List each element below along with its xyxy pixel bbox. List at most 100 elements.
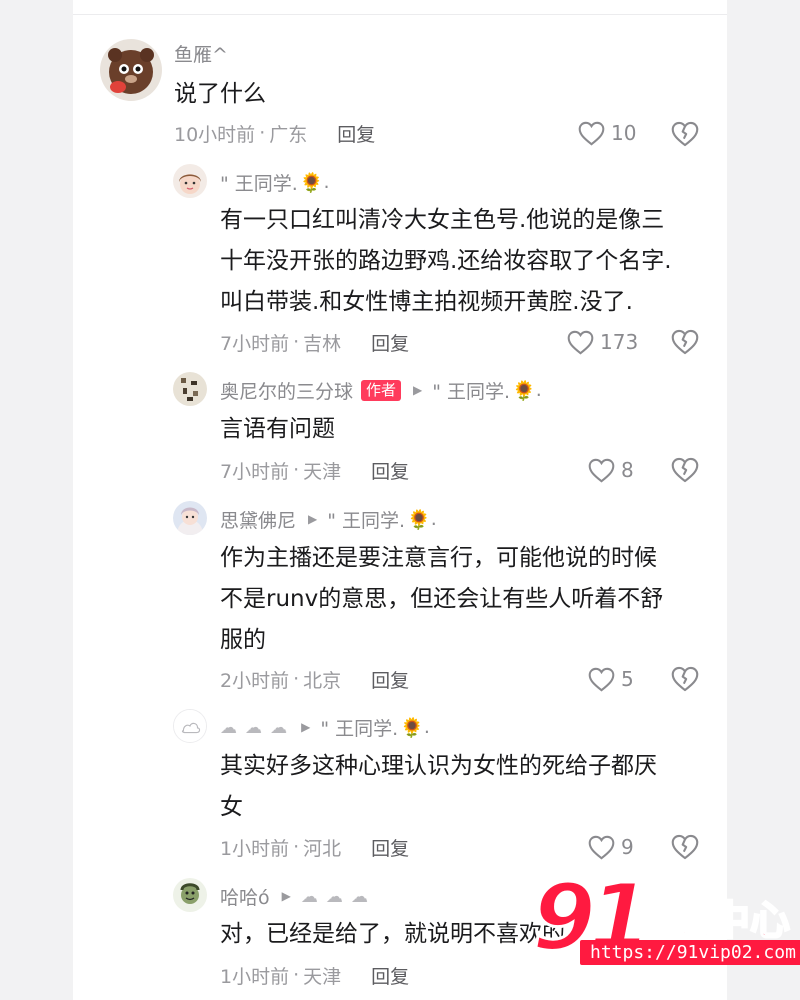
reply-button[interactable]: 回复 xyxy=(337,120,375,147)
play-triangle-icon: ▶ xyxy=(301,720,311,734)
comment-location: 天津 xyxy=(303,460,342,483)
comment-text-line: 服的 xyxy=(220,627,266,653)
watermark-url: https://91vip02.com xyxy=(580,940,800,965)
heart-icon xyxy=(588,667,615,691)
reply-to-clouds[interactable]: ☁ ☁ ☁ xyxy=(301,885,370,907)
comment-time: 10小时前 xyxy=(174,123,256,146)
username[interactable]: 哈哈ó ▶ ☁ ☁ ☁ xyxy=(220,883,370,909)
reply-to-username[interactable]: " 王同学. xyxy=(327,506,405,533)
comment-time: 1小时前 xyxy=(220,837,290,860)
reply-button[interactable]: 回复 xyxy=(371,329,409,356)
sunflower-emoji: 🌻 xyxy=(400,716,424,739)
username[interactable]: ☁ ☁ ☁ ▶ " 王同学. 🌻 . xyxy=(220,714,430,740)
cloud-icon: ☁ xyxy=(300,887,318,907)
comment-text: 其实好多这种心理认识为女性的死给子都厌 女 xyxy=(220,746,657,828)
avatar[interactable] xyxy=(173,164,207,198)
broken-heart-icon[interactable] xyxy=(671,120,699,148)
comment-text-line: 其实好多这种心理认识为女性的死给子都厌 xyxy=(220,753,657,779)
heart-icon xyxy=(567,330,594,354)
cloud-icon: ☁ xyxy=(245,718,263,738)
broken-heart-icon[interactable] xyxy=(671,665,699,693)
comment-meta: 1小时前 · 天津 回复 xyxy=(220,960,409,990)
like-count: 9 xyxy=(621,835,634,859)
username[interactable]: 奥尼尔的三分球 作者 ▶ " 王同学. 🌻 . xyxy=(220,377,542,403)
cloud-icon: ☁ xyxy=(325,887,343,907)
watermark-text: 吃瓜中心 xyxy=(629,897,791,945)
comment-text-line: 对，已经是给了，就说明不喜欢的 xyxy=(220,921,565,947)
comment-meta: 1小时前 · 河北 回复 xyxy=(220,832,409,862)
like-button[interactable]: 173 xyxy=(567,327,638,357)
meta-separator: · xyxy=(293,459,300,481)
username-text[interactable]: " 王同学. xyxy=(220,169,298,196)
avatar[interactable] xyxy=(100,39,162,101)
username[interactable]: " 王同学. 🌻 . xyxy=(220,169,330,195)
comment-time: 1小时前 xyxy=(220,965,290,988)
like-count: 8 xyxy=(621,458,634,482)
reply-button[interactable]: 回复 xyxy=(371,834,409,861)
comment-text: 言语有问题 xyxy=(220,409,335,450)
like-count: 173 xyxy=(600,330,639,354)
heart-icon xyxy=(588,835,615,859)
cloud-icon: ☁ xyxy=(270,718,288,738)
meta-separator: · xyxy=(259,122,266,144)
meta-separator: · xyxy=(293,964,300,986)
comment-location: 广东 xyxy=(269,123,308,146)
heart-icon xyxy=(588,458,615,482)
reply-button[interactable]: 回复 xyxy=(371,457,409,484)
username-text[interactable]: 鱼雁^ xyxy=(174,40,228,67)
reply-to-username[interactable]: " 王同学. xyxy=(320,714,398,741)
sunflower-emoji: 🌻 xyxy=(299,171,324,194)
comment-location: 天津 xyxy=(303,965,342,988)
like-button[interactable]: 10 xyxy=(578,118,636,148)
broken-heart-icon[interactable] xyxy=(671,328,699,356)
comment-meta: 2小时前 · 北京 回复 xyxy=(220,664,409,694)
comment-location: 河北 xyxy=(303,837,342,860)
username-suffix: . xyxy=(323,171,330,193)
username[interactable]: 思黛佛尼 ▶ " 王同学. 🌻 . xyxy=(220,506,437,532)
like-count: 10 xyxy=(611,121,637,145)
comments-panel: 鱼雁^ 说了什么 10小时前 · 广东 回复 10 " 王同学. 🌻 . 有一只… xyxy=(73,0,727,1000)
comment-location: 吉林 xyxy=(303,332,342,355)
broken-heart-icon[interactable] xyxy=(671,456,699,484)
comment-time: 7小时前 xyxy=(220,460,290,483)
watermark-logo: 91 吃瓜中心 https://91vip02.com xyxy=(530,866,800,978)
cloud-icon: ☁ xyxy=(220,718,237,738)
broken-heart-icon[interactable] xyxy=(671,833,699,861)
username-clouds[interactable]: ☁ ☁ ☁ xyxy=(220,716,289,738)
reply-button[interactable]: 回复 xyxy=(371,666,409,693)
comment-text: 说了什么 xyxy=(174,74,266,115)
username-text[interactable]: 奥尼尔的三分球 xyxy=(220,377,353,404)
comment-text: 对，已经是给了，就说明不喜欢的 xyxy=(220,914,565,955)
author-badge: 作者 xyxy=(361,379,402,401)
like-button[interactable]: 9 xyxy=(588,832,634,862)
comment-text-line: 叫白带装.和女性博主拍视频开黄腔.没了. xyxy=(220,289,633,315)
username[interactable]: 鱼雁^ xyxy=(174,40,228,66)
comment-text-line: 说了什么 xyxy=(174,81,266,107)
avatar[interactable] xyxy=(173,501,207,535)
meta-separator: · xyxy=(293,668,300,690)
cloud-icon: ☁ xyxy=(350,887,368,907)
username-suffix: . xyxy=(535,379,542,401)
username-suffix: . xyxy=(423,716,430,738)
comment-time: 7小时前 xyxy=(220,332,290,355)
username-text[interactable]: 思黛佛尼 xyxy=(220,506,296,533)
reply-to-username[interactable]: " 王同学. xyxy=(432,377,510,404)
username-text[interactable]: 哈哈ó xyxy=(220,883,270,910)
play-triangle-icon: ▶ xyxy=(308,512,318,526)
comment-text-line: 有一只口红叫清冷大女主色号.他说的是像三 xyxy=(220,207,665,233)
username-suffix: . xyxy=(430,508,437,530)
avatar[interactable] xyxy=(173,878,207,912)
like-button[interactable]: 8 xyxy=(588,455,634,485)
sunflower-emoji: 🌻 xyxy=(512,379,536,402)
play-triangle-icon: ▶ xyxy=(281,889,291,903)
comment-text-line: 不是runv的意思，但还会让有些人听着不舒 xyxy=(220,586,664,612)
avatar[interactable] xyxy=(173,709,207,743)
reply-button[interactable]: 回复 xyxy=(371,962,409,989)
meta-separator: · xyxy=(293,836,300,858)
comment-text-line: 言语有问题 xyxy=(220,416,335,442)
comment-text-line: 作为主播还是要注意言行，可能他说的时候 xyxy=(220,545,657,571)
like-count: 5 xyxy=(621,667,634,691)
like-button[interactable]: 5 xyxy=(588,664,634,694)
heart-icon xyxy=(578,121,605,145)
avatar[interactable] xyxy=(173,372,207,406)
